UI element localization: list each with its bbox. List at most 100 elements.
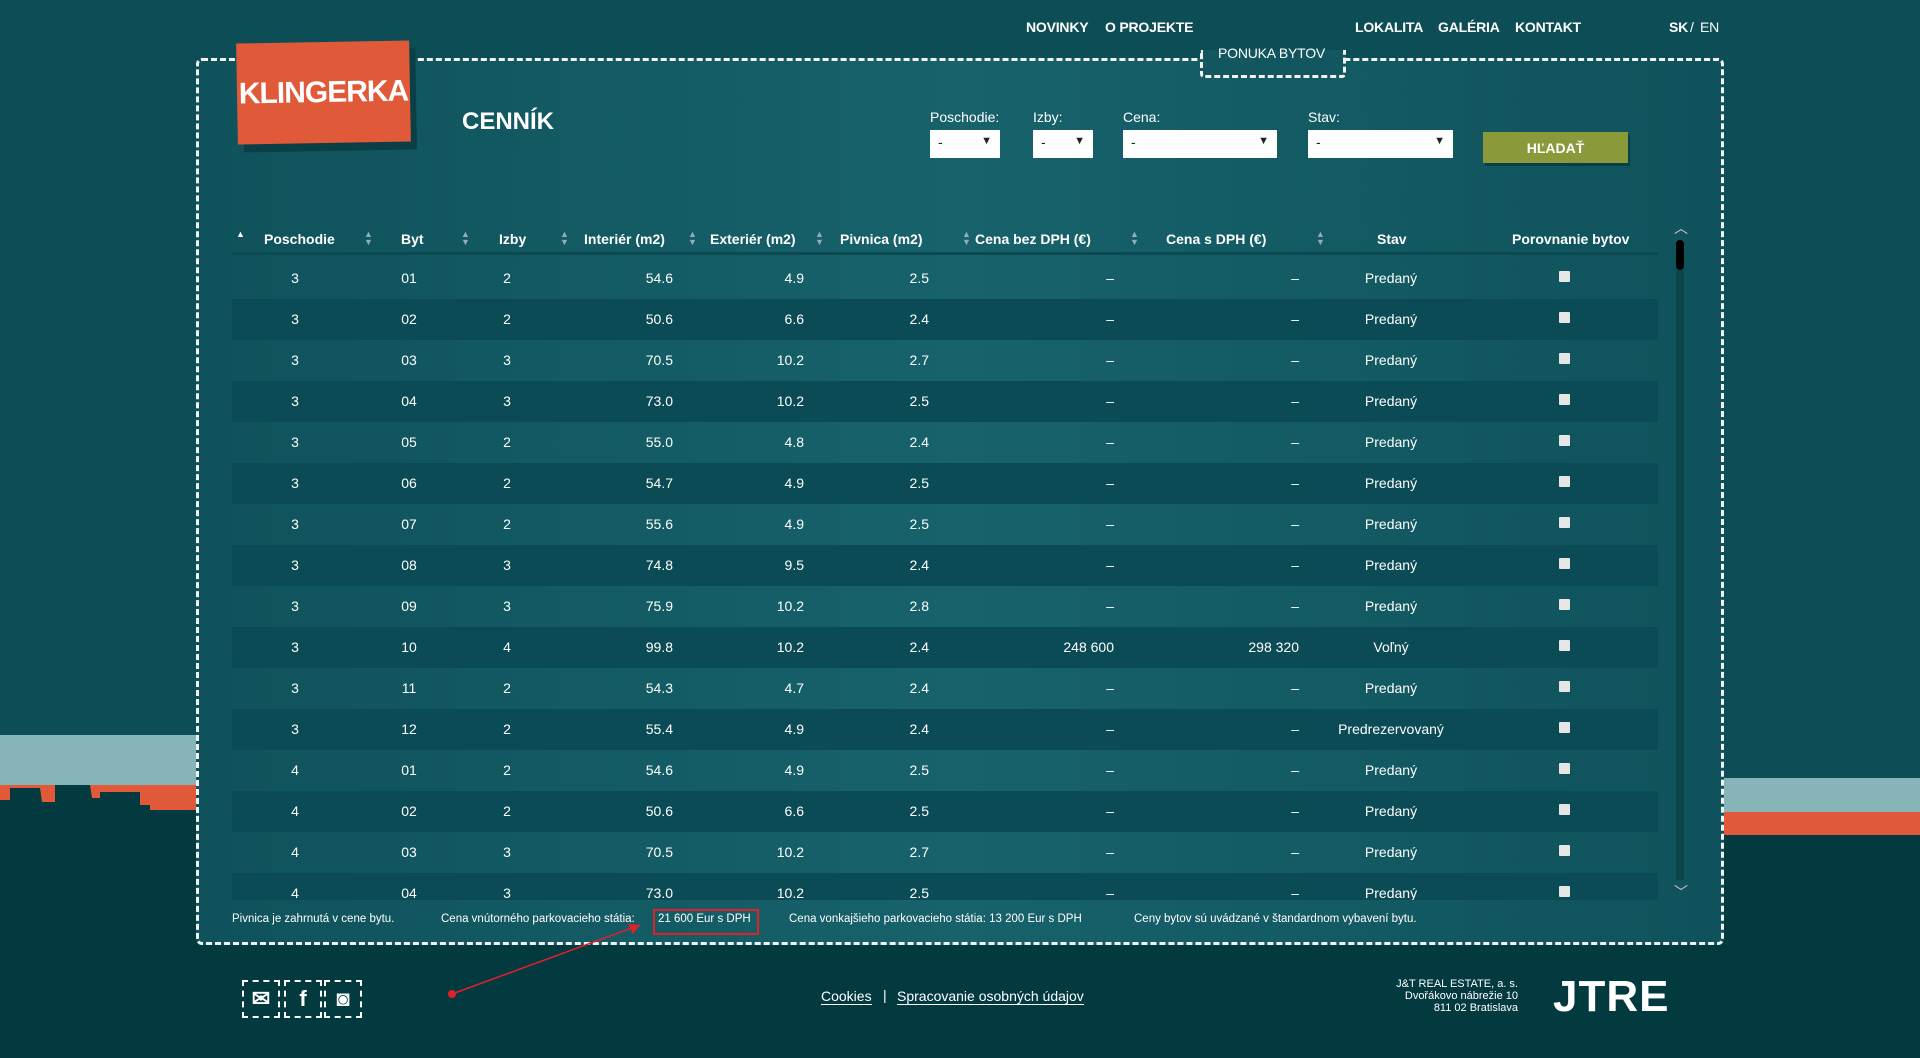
- sort-icon[interactable]: ▲ ▼: [560, 230, 569, 247]
- col-price-gross[interactable]: Cena s DPH (€): [1166, 231, 1266, 247]
- cell-interior: 50.6: [645, 311, 673, 327]
- compare-checkbox[interactable]: [1559, 845, 1570, 856]
- filter-rooms-value: -: [1041, 134, 1046, 150]
- compare-checkbox[interactable]: [1559, 312, 1570, 323]
- lang-sk[interactable]: SK: [1669, 19, 1688, 35]
- company-name: J&T REAL ESTATE, a. s.: [1396, 978, 1518, 990]
- sort-icon[interactable]: ▲ ▼: [364, 230, 373, 247]
- cell-price-net: –: [1106, 475, 1114, 491]
- compare-checkbox[interactable]: [1559, 353, 1570, 364]
- email-icon[interactable]: ✉: [242, 980, 280, 1018]
- cell-rooms: 2: [503, 803, 511, 819]
- table-row: 3 08 3 74.8 9.5 2.4 – – Predaný: [232, 545, 1658, 586]
- cell-interior: 99.8: [645, 639, 673, 655]
- cell-status: Predaný: [1364, 680, 1418, 696]
- cell-price-gross: –: [1291, 557, 1299, 573]
- col-unit[interactable]: Byt: [401, 231, 424, 247]
- cell-cellar: 2.5: [909, 393, 929, 409]
- compare-checkbox[interactable]: [1559, 435, 1570, 446]
- sort-icon[interactable]: ▲ ▼: [1130, 230, 1139, 247]
- col-status[interactable]: Stav: [1377, 231, 1407, 247]
- col-price-net[interactable]: Cena bez DPH (€): [975, 231, 1091, 247]
- cell-exterior: 4.7: [784, 680, 804, 696]
- cell-unit: 05: [401, 434, 417, 450]
- compare-checkbox[interactable]: [1559, 722, 1570, 733]
- nav-o-projekte[interactable]: O PROJEKTE: [1105, 19, 1193, 35]
- filter-rooms-select[interactable]: - ▼: [1033, 130, 1093, 158]
- sort-icon[interactable]: ▲ ▼: [688, 230, 697, 247]
- cell-unit: 10: [401, 639, 417, 655]
- filter-price-select[interactable]: - ▼: [1123, 130, 1277, 158]
- nav-kontakt[interactable]: KONTAKT: [1515, 19, 1581, 35]
- table-scrollbar[interactable]: ︿ ﹀: [1672, 220, 1688, 902]
- compare-checkbox[interactable]: [1559, 558, 1570, 569]
- sort-asc-icon[interactable]: ▲: [236, 230, 245, 239]
- sort-icon[interactable]: ▲ ▼: [461, 230, 470, 247]
- col-interior[interactable]: Interiér (m2): [584, 231, 665, 247]
- sort-icon[interactable]: ▲ ▼: [815, 230, 824, 247]
- cell-status: Voľný: [1373, 639, 1409, 655]
- scroll-up-icon[interactable]: ︿: [1674, 218, 1688, 238]
- compare-checkbox[interactable]: [1559, 517, 1570, 528]
- compare-checkbox[interactable]: [1559, 681, 1570, 692]
- cell-cellar: 2.4: [909, 721, 929, 737]
- search-button[interactable]: HĽADAŤ: [1483, 132, 1628, 163]
- compare-checkbox[interactable]: [1559, 394, 1570, 405]
- note-cellar: Pivnica je zahrnutá v cene bytu.: [232, 913, 395, 925]
- cell-cellar: 2.5: [909, 516, 929, 532]
- cell-price-gross: –: [1291, 393, 1299, 409]
- compare-checkbox[interactable]: [1559, 476, 1570, 487]
- col-exterior[interactable]: Exteriér (m2): [710, 231, 796, 247]
- nav-novinky[interactable]: NOVINKY: [1026, 19, 1089, 35]
- sort-icon[interactable]: ▲ ▼: [1316, 230, 1325, 247]
- nav-galeria[interactable]: GALÉRIA: [1438, 19, 1500, 35]
- sort-icon[interactable]: ▲ ▼: [962, 230, 971, 247]
- col-floor[interactable]: Poschodie: [264, 231, 335, 247]
- table-row: 3 06 2 54.7 4.9 2.5 – – Predaný: [232, 463, 1658, 504]
- table-body: 3 01 2 54.6 4.9 2.5 – – Predaný 3 02 2 50.6 6.6 2.4 – – P…: [232, 258, 1658, 900]
- cell-cellar: 2.4: [909, 639, 929, 655]
- scrollbar-thumb[interactable]: [1676, 240, 1684, 270]
- nav-lokalita[interactable]: LOKALITA: [1355, 19, 1423, 35]
- cell-price-net: –: [1106, 557, 1114, 573]
- filter-floor-select[interactable]: - ▼: [930, 130, 1000, 158]
- cell-unit: 01: [401, 762, 417, 778]
- filter-status-select[interactable]: - ▼: [1308, 130, 1453, 158]
- klingerka-logo[interactable]: KLINGERKA: [236, 40, 411, 145]
- compare-checkbox[interactable]: [1559, 599, 1570, 610]
- cell-price-gross: –: [1291, 844, 1299, 860]
- cell-price-gross: –: [1291, 434, 1299, 450]
- company-address: J&T REAL ESTATE, a. s. Dvořákovo nábreži…: [1396, 978, 1518, 1014]
- compare-checkbox[interactable]: [1559, 763, 1570, 774]
- lang-en[interactable]: EN: [1700, 19, 1719, 35]
- cookies-link[interactable]: Cookies: [821, 988, 872, 1005]
- facebook-icon[interactable]: f: [284, 980, 322, 1018]
- cell-price-net: –: [1106, 803, 1114, 819]
- filter-floor-value: -: [938, 134, 943, 150]
- filter-floor-label: Poschodie:: [930, 109, 1000, 125]
- cell-price-net: –: [1106, 844, 1114, 860]
- col-cellar[interactable]: Pivnica (m2): [840, 231, 922, 247]
- cell-floor: 3: [291, 311, 299, 327]
- filter-rooms-label: Izby:: [1033, 109, 1063, 125]
- compare-checkbox[interactable]: [1559, 271, 1570, 282]
- cell-status: Predrezervovaný: [1338, 721, 1444, 737]
- cell-unit: 02: [401, 803, 417, 819]
- privacy-link[interactable]: Spracovanie osobných údajov: [897, 988, 1084, 1005]
- scroll-down-icon[interactable]: ﹀: [1674, 882, 1688, 902]
- cell-exterior: 10.2: [776, 639, 804, 655]
- col-rooms[interactable]: Izby: [499, 231, 526, 247]
- filter-price-value: -: [1131, 134, 1136, 150]
- compare-checkbox[interactable]: [1559, 804, 1570, 815]
- dropdown-arrow-icon: ▼: [1258, 135, 1269, 147]
- cell-price-net: 248 600: [1063, 639, 1114, 655]
- cell-cellar: 2.7: [909, 844, 929, 860]
- nav-ponuka-bytov[interactable]: PONUKA BYTOV: [1218, 45, 1325, 61]
- table-row: 3 01 2 54.6 4.9 2.5 – – Predaný: [232, 258, 1658, 299]
- compare-checkbox[interactable]: [1559, 640, 1570, 651]
- cell-floor: 4: [291, 844, 299, 860]
- jtre-logo[interactable]: JTRE: [1553, 972, 1669, 1022]
- cell-floor: 3: [291, 393, 299, 409]
- instagram-icon[interactable]: ◙: [324, 980, 362, 1018]
- compare-checkbox[interactable]: [1559, 886, 1570, 897]
